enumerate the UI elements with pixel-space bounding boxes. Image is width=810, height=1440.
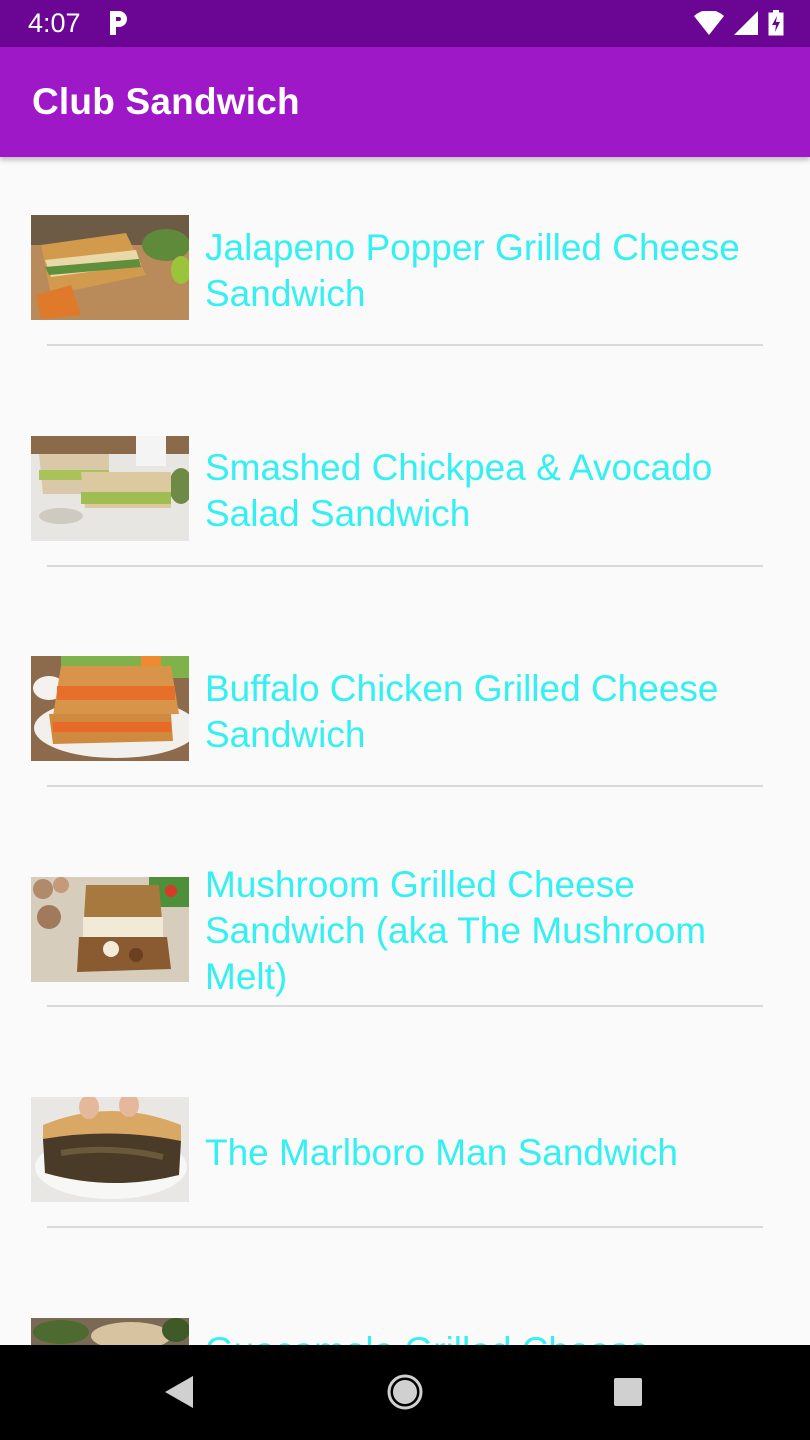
parking-icon xyxy=(110,11,127,35)
recipe-title[interactable]: Smashed Chickpea & Avocado Salad Sandwic… xyxy=(205,445,785,537)
recipe-thumbnail xyxy=(31,215,189,320)
page-title: Club Sandwich xyxy=(32,81,300,122)
divider xyxy=(47,785,763,787)
recipe-title[interactable]: Buffalo Chicken Grilled Cheese Sandwich xyxy=(205,666,785,758)
signal-icon xyxy=(734,11,758,35)
divider xyxy=(47,565,763,567)
recipe-title[interactable]: The Marlboro Man Sandwich xyxy=(205,1130,785,1176)
list-item[interactable]: Buffalo Chicken Grilled Cheese Sandwich xyxy=(0,599,810,820)
back-icon[interactable] xyxy=(163,1375,195,1409)
recipe-list[interactable]: Jalapeno Popper Grilled Cheese Sandwich … xyxy=(0,157,810,1345)
list-item[interactable]: Guacamole Grilled Cheese xyxy=(0,1261,810,1345)
divider xyxy=(47,1005,763,1007)
recipe-thumbnail xyxy=(31,656,189,761)
recents-icon[interactable] xyxy=(613,1377,643,1407)
list-item[interactable]: Mushroom Grilled Cheese Sandwich (aka Th… xyxy=(0,819,810,1040)
navigation-bar xyxy=(0,1345,810,1440)
list-item[interactable]: The Marlboro Man Sandwich xyxy=(0,1040,810,1261)
home-icon[interactable] xyxy=(386,1373,424,1411)
divider xyxy=(47,1226,763,1228)
app-bar: Club Sandwich xyxy=(0,47,810,157)
status-bar: 4:07 xyxy=(0,0,810,47)
wifi-icon xyxy=(694,11,724,35)
recipe-thumbnail xyxy=(31,1318,189,1345)
recipe-title[interactable]: Jalapeno Popper Grilled Cheese Sandwich xyxy=(205,225,785,317)
recipe-title[interactable]: Mushroom Grilled Cheese Sandwich (aka Th… xyxy=(205,862,785,1000)
recipe-thumbnail xyxy=(31,436,189,541)
list-item[interactable]: Jalapeno Popper Grilled Cheese Sandwich xyxy=(0,157,810,378)
battery-charging-icon xyxy=(768,10,784,36)
list-item[interactable]: Smashed Chickpea & Avocado Salad Sandwic… xyxy=(0,378,810,599)
recipe-thumbnail xyxy=(31,1097,189,1202)
status-time: 4:07 xyxy=(28,8,81,38)
recipe-title[interactable]: Guacamole Grilled Cheese xyxy=(205,1328,785,1345)
recipe-thumbnail xyxy=(31,877,189,982)
divider xyxy=(47,344,763,346)
